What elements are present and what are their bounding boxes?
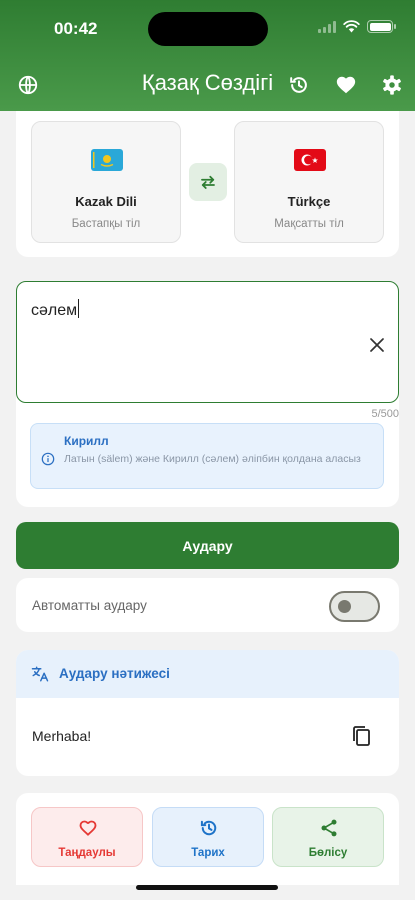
result-card: Аудару нәтижесі Merhaba!	[16, 650, 399, 776]
actions-card: Таңдаулы Тарих Бөлісу	[16, 793, 399, 885]
turkey-flag-icon	[294, 149, 326, 171]
history-action-label: Тарих	[191, 847, 225, 859]
auto-translate-toggle[interactable]	[329, 591, 380, 622]
history-icon	[290, 77, 307, 93]
home-indicator	[136, 885, 278, 890]
source-language-role: Бастапқы тіл	[71, 218, 141, 230]
gear-icon	[383, 75, 401, 95]
share-action-label: Бөлісу	[308, 847, 348, 859]
history-button[interactable]	[287, 73, 311, 97]
result-title: Аудару нәтижесі	[59, 666, 170, 681]
copy-result-button[interactable]	[350, 724, 372, 748]
text-caret	[78, 299, 80, 318]
history-action-button[interactable]: Тарих	[152, 807, 264, 867]
input-card: сәлем 5/500 Кирилл Латын (sälem) және Ки…	[16, 281, 399, 507]
character-counter: 5/500	[371, 408, 399, 420]
auto-translate-row: Автоматты аудару	[16, 578, 399, 632]
copy-icon	[353, 726, 370, 746]
close-icon	[370, 338, 384, 352]
target-language-selector[interactable]: Türkçe Мақсатты тіл	[234, 121, 384, 243]
wifi-icon	[343, 20, 360, 33]
battery-icon	[367, 20, 396, 33]
result-header: Аудару нәтижесі	[16, 650, 399, 698]
status-time: 00:42	[54, 19, 98, 38]
translate-button[interactable]: Аудару	[16, 522, 399, 569]
swap-icon	[201, 175, 215, 189]
info-title: Кирилл	[64, 434, 109, 448]
app-header: 00:42 Қазақ Сөздігі	[0, 0, 415, 111]
kazakhstan-flag-icon	[91, 149, 123, 171]
history-icon	[200, 820, 217, 836]
script-info-banner: Кирилл Латын (sälem) және Кирилл (сәлем)…	[30, 423, 384, 489]
favorite-action-label: Таңдаулы	[58, 847, 116, 859]
settings-button[interactable]	[380, 73, 404, 97]
info-text: Латын (sälem) және Кирилл (сәлем) әліпби…	[64, 453, 361, 465]
heart-icon	[336, 76, 356, 94]
swap-languages-button[interactable]	[189, 163, 227, 201]
target-language-role: Мақсатты тіл	[274, 218, 344, 230]
source-language-selector[interactable]: Kazak Dili Бастапқы тіл	[31, 121, 181, 243]
info-icon	[41, 452, 55, 466]
dynamic-island	[148, 12, 268, 46]
clear-input-button[interactable]	[366, 334, 388, 356]
share-action-button[interactable]: Бөлісу	[272, 807, 384, 867]
cellular-signal-icon	[318, 20, 336, 33]
favorites-button[interactable]	[334, 73, 358, 97]
source-language-name: Kazak Dili	[75, 194, 137, 209]
toggle-knob	[338, 600, 351, 613]
auto-translate-label: Автоматты аудару	[32, 598, 147, 613]
input-value: сәлем	[31, 299, 80, 320]
translate-icon	[31, 666, 49, 682]
share-icon	[321, 819, 337, 837]
target-language-name: Türkçe	[287, 194, 331, 209]
favorite-action-button[interactable]: Таңдаулы	[31, 807, 143, 867]
status-icons	[318, 20, 396, 33]
heart-outline-icon	[79, 820, 97, 836]
result-text: Merhaba!	[32, 728, 92, 744]
language-selector-card: Kazak Dili Бастапқы тіл Türkçe Мақсатты …	[16, 111, 399, 257]
text-input-field[interactable]: сәлем	[16, 281, 399, 403]
